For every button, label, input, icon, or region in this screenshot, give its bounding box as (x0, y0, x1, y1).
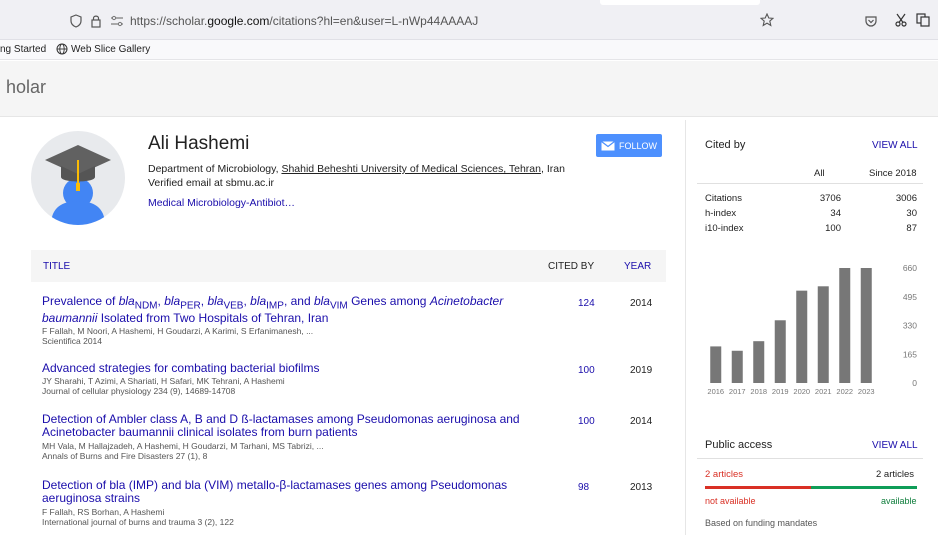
lock-icon[interactable] (90, 14, 102, 28)
follow-label: FOLLOW (618, 140, 657, 151)
chart-x-tick: 2022 (836, 387, 853, 396)
chart-bar-2021[interactable] (817, 286, 829, 383)
sort-by-year[interactable]: YEAR (624, 261, 651, 272)
bookmarks-toolbar: ng Started Web Slice Gallery (0, 40, 938, 60)
article-authors: F Fallah, M Noori, A Hashemi, H Goudarzi… (42, 326, 314, 336)
funding-mandates-note: Based on funding mandates (705, 518, 818, 528)
browser-toolbar: https://scholar.google.com/citations?hl=… (0, 0, 938, 40)
article-year: 2014 (630, 416, 653, 427)
chart-x-tick: 2021 (815, 387, 832, 396)
cited-count-link[interactable]: 98 (578, 482, 589, 493)
profile-name: Ali Hashemi (148, 133, 250, 154)
available-count[interactable]: 2 articles (876, 469, 914, 480)
tracking-shield-icon[interactable] (70, 14, 82, 28)
globe-icon (56, 43, 68, 55)
chart-x-tick: 2016 (707, 387, 724, 396)
chart-bar-2017[interactable] (731, 350, 743, 383)
sidebar-divider (685, 120, 686, 535)
url-text[interactable]: https://scholar.google.com/citations?hl=… (130, 14, 478, 28)
not-available-count[interactable]: 2 articles (705, 469, 743, 480)
affiliation-link[interactable]: Shahid Beheshti University of Medical Sc… (281, 163, 541, 175)
chart-bar-2016[interactable] (710, 346, 722, 383)
article-authors: F Fallah, RS Borhan, A Hashemi (42, 507, 165, 517)
chart-bar-2023[interactable] (860, 268, 872, 383)
cited-by-view-all[interactable]: VIEW ALL (872, 140, 918, 151)
article-title[interactable]: Detection of Ambler class A, B and D ß-l… (42, 413, 522, 439)
permissions-icon[interactable] (110, 15, 124, 27)
article-year: 2014 (630, 298, 653, 309)
bookmark-web-slice-gallery[interactable]: Web Slice Gallery (71, 44, 150, 55)
chart-x-tick: 2017 (729, 387, 746, 396)
citations-per-year-chart: 2016 2017 2018 2019 2020 2021 2022 2023 660 495 33… (707, 263, 917, 396)
mail-icon (601, 140, 615, 150)
article-venue: Journal of cellular physiology 234 (9), … (42, 386, 236, 396)
profile-affiliation: Department of Microbiology, Shahid Behes… (148, 163, 565, 175)
chart-x-tick: 2023 (858, 387, 875, 396)
copy-icon[interactable] (916, 13, 930, 27)
pocket-icon[interactable] (864, 14, 878, 28)
public-access-view-all[interactable]: VIEW ALL (872, 440, 918, 451)
chart-bar-2022[interactable] (839, 268, 851, 383)
stats-col-since: Since 2018 (869, 168, 917, 179)
avatar-graduate-icon (45, 145, 111, 225)
article-venue: Scientifica 2014 (42, 336, 103, 346)
available-bar (811, 486, 917, 489)
cited-count-link[interactable]: 100 (578, 416, 595, 427)
scholar-brand[interactable]: holar (6, 77, 46, 98)
public-access-title: Public access (705, 439, 773, 451)
chart-x-tick: 2019 (772, 387, 789, 396)
stats-col-all: All (814, 168, 825, 179)
scholar-header: holar (0, 61, 938, 117)
stats-header: All Since 2018 (697, 160, 923, 184)
bookmark-star-icon[interactable] (760, 13, 774, 27)
article-authors: MH Vala, M Hallajzadeh, A Hashemi, H Gou… (42, 441, 324, 451)
chart-y-tick: 165 (903, 349, 917, 359)
chart-bar-2019[interactable] (774, 320, 786, 383)
chart-y-tick: 0 (912, 378, 917, 388)
cited-count-link[interactable]: 100 (578, 365, 595, 376)
divider (697, 458, 923, 459)
chart-y-tick: 660 (903, 263, 917, 273)
sort-by-title[interactable]: TITLE (43, 261, 70, 272)
cited-count-link[interactable]: 124 (578, 298, 595, 309)
cited-by-title: Cited by (705, 139, 746, 151)
avatar (31, 131, 125, 225)
article-title[interactable]: Prevalence of blaNDM, blaPER, blaVEB, bl… (42, 294, 522, 325)
article-venue: International journal of burns and traum… (42, 517, 234, 527)
article-year: 2013 (630, 482, 653, 493)
article-title[interactable]: Detection of bla (IMP) and bla (VIM) met… (42, 479, 522, 505)
sort-by-cited[interactable]: CITED BY (548, 261, 594, 272)
chart-x-tick: 2018 (750, 387, 767, 396)
verified-email: Verified email at sbmu.ac.ir (148, 177, 275, 189)
chart-x-tick: 2020 (793, 387, 810, 396)
cut-icon[interactable] (894, 13, 908, 27)
available-label: available (881, 496, 917, 506)
bookmark-getting-started[interactable]: ng Started (0, 44, 46, 55)
follow-button[interactable]: FOLLOW (596, 134, 662, 157)
chart-y-tick: 495 (903, 292, 917, 302)
chart-y-tick: 330 (903, 321, 917, 331)
not-available-label: not available (705, 496, 756, 506)
article-year: 2019 (630, 365, 653, 376)
tab-strip-edge (600, 0, 760, 5)
article-authors: JY Sharahi, T Azimi, A Shariati, H Safar… (42, 376, 285, 386)
chart-bar-2018[interactable] (753, 341, 765, 383)
research-interest-link[interactable]: Medical Microbiology-Antibiot… (148, 197, 295, 209)
articles-table-header: TITLE CITED BY YEAR (31, 250, 666, 282)
article-venue: Annals of Burns and Fire Disasters 27 (1… (42, 451, 208, 461)
article-title[interactable]: Advanced strategies for combating bacter… (42, 362, 522, 375)
chart-bar-2020[interactable] (796, 290, 808, 383)
not-available-bar (705, 486, 811, 489)
